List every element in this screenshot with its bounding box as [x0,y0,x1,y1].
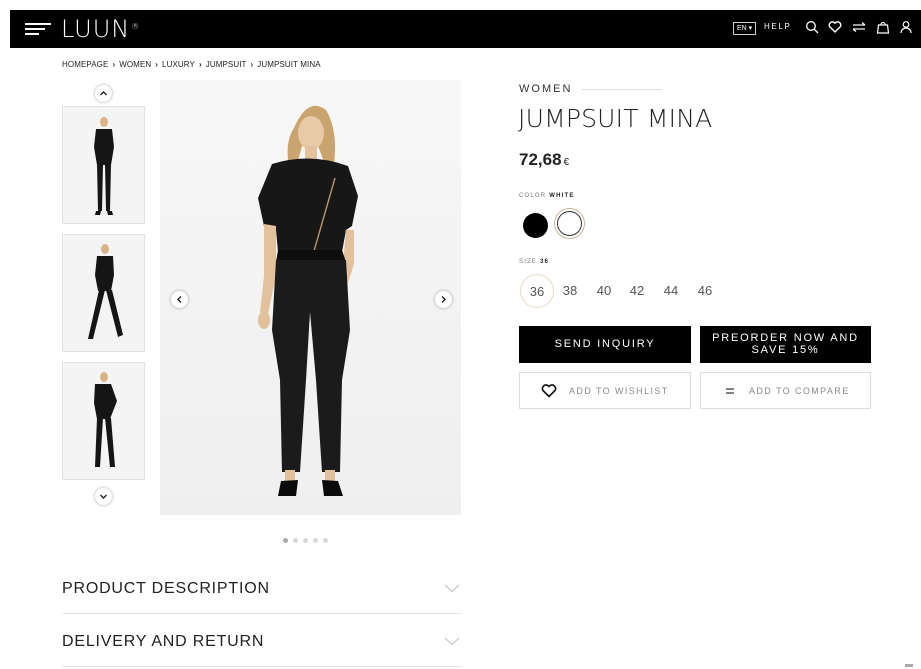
next-image-button[interactable] [435,291,452,308]
language-selector[interactable]: EN ▾ [733,22,757,35]
compare-icon [726,388,734,394]
add-to-compare-button[interactable]: ADD TO COMPARE [700,372,871,409]
menu-icon[interactable] [25,23,51,36]
heart-icon[interactable] [828,20,842,34]
size-option[interactable]: 42 [620,274,654,308]
size-label: SIZE 36 [519,259,550,265]
help-link[interactable]: HELP [764,22,791,32]
chevron-left-icon [177,296,182,303]
header-bar: LUUN® EN ▾ HELP [10,10,921,48]
chevron-down-icon [444,637,460,646]
search-icon[interactable] [805,20,819,34]
chevron-right-icon [441,296,446,303]
user-icon[interactable] [899,20,913,34]
add-to-wishlist-button[interactable]: ADD TO WISHLIST [519,372,691,409]
chevron-down-icon [100,494,107,499]
slide-dot[interactable] [293,538,298,543]
size-option[interactable]: 38 [553,274,587,308]
breadcrumb: HOMEPAGE › WOMEN › LUXURY › JUMPSUIT › JUMPSUIT … [62,60,321,69]
breadcrumb-current: JUMPSUIT MINA [257,60,321,69]
compare-icon[interactable] [852,20,866,34]
logo[interactable]: LUUN® [61,14,140,44]
thumbnail-down-button[interactable] [95,488,112,505]
chevron-up-icon [100,91,107,96]
breadcrumb-luxury[interactable]: LUXURY [162,60,195,69]
size-option[interactable]: 46 [688,274,722,308]
heart-icon [541,384,557,398]
send-inquiry-button[interactable]: SEND INQUIRY [519,326,691,363]
breadcrumb-jumpsuit[interactable]: JUMPSUIT [206,60,247,69]
scroll-indicator [905,664,913,667]
chevron-right-icon: › [112,60,116,69]
main-product-image[interactable] [160,80,461,515]
divider [582,89,662,90]
bag-icon[interactable] [876,20,890,34]
size-option[interactable]: 40 [587,274,621,308]
thumbnail-3[interactable] [62,362,145,480]
prev-image-button[interactable] [171,291,188,308]
slide-dot[interactable] [313,538,318,543]
slide-dot[interactable] [323,538,328,543]
thumbnail-2[interactable] [62,234,145,352]
breadcrumb-women[interactable]: WOMEN [119,60,151,69]
product-price: 72,68 € [519,150,570,169]
accordion-product-description[interactable]: PRODUCT DESCRIPTION [62,562,462,614]
slide-dot[interactable] [303,538,308,543]
product-category[interactable]: WOMEN [519,83,572,95]
chevron-right-icon: › [198,60,202,69]
thumbnail-1[interactable] [62,106,145,224]
preorder-label: PREORDER NOW AND [712,332,859,344]
color-swatch-black[interactable] [523,213,548,238]
wishlist-label: ADD TO WISHLIST [569,386,669,396]
chevron-right-icon: › [155,60,159,69]
color-label: COLOR WHITE [519,193,575,199]
breadcrumb-homepage[interactable]: HOMEPAGE [62,60,108,69]
size-option[interactable]: 36 [520,274,554,308]
slide-dot[interactable] [283,538,288,543]
chevron-down-icon [444,584,460,593]
thumbnail-up-button[interactable] [95,85,112,102]
product-title: JUMPSUIT MINA [518,104,713,133]
size-option[interactable]: 44 [654,274,688,308]
compare-label: ADD TO COMPARE [749,386,850,396]
preorder-discount: SAVE 15% [751,344,820,356]
accordion-delivery-return[interactable]: DELIVERY AND RETURN [62,615,462,667]
slide-indicator [283,530,333,548]
color-swatch-white[interactable] [557,211,582,236]
accordion-title: DELIVERY AND RETURN [62,633,265,650]
preorder-button[interactable]: PREORDER NOW AND SAVE 15% [700,326,871,363]
chevron-right-icon: › [250,60,254,69]
accordion-title: PRODUCT DESCRIPTION [62,580,270,597]
